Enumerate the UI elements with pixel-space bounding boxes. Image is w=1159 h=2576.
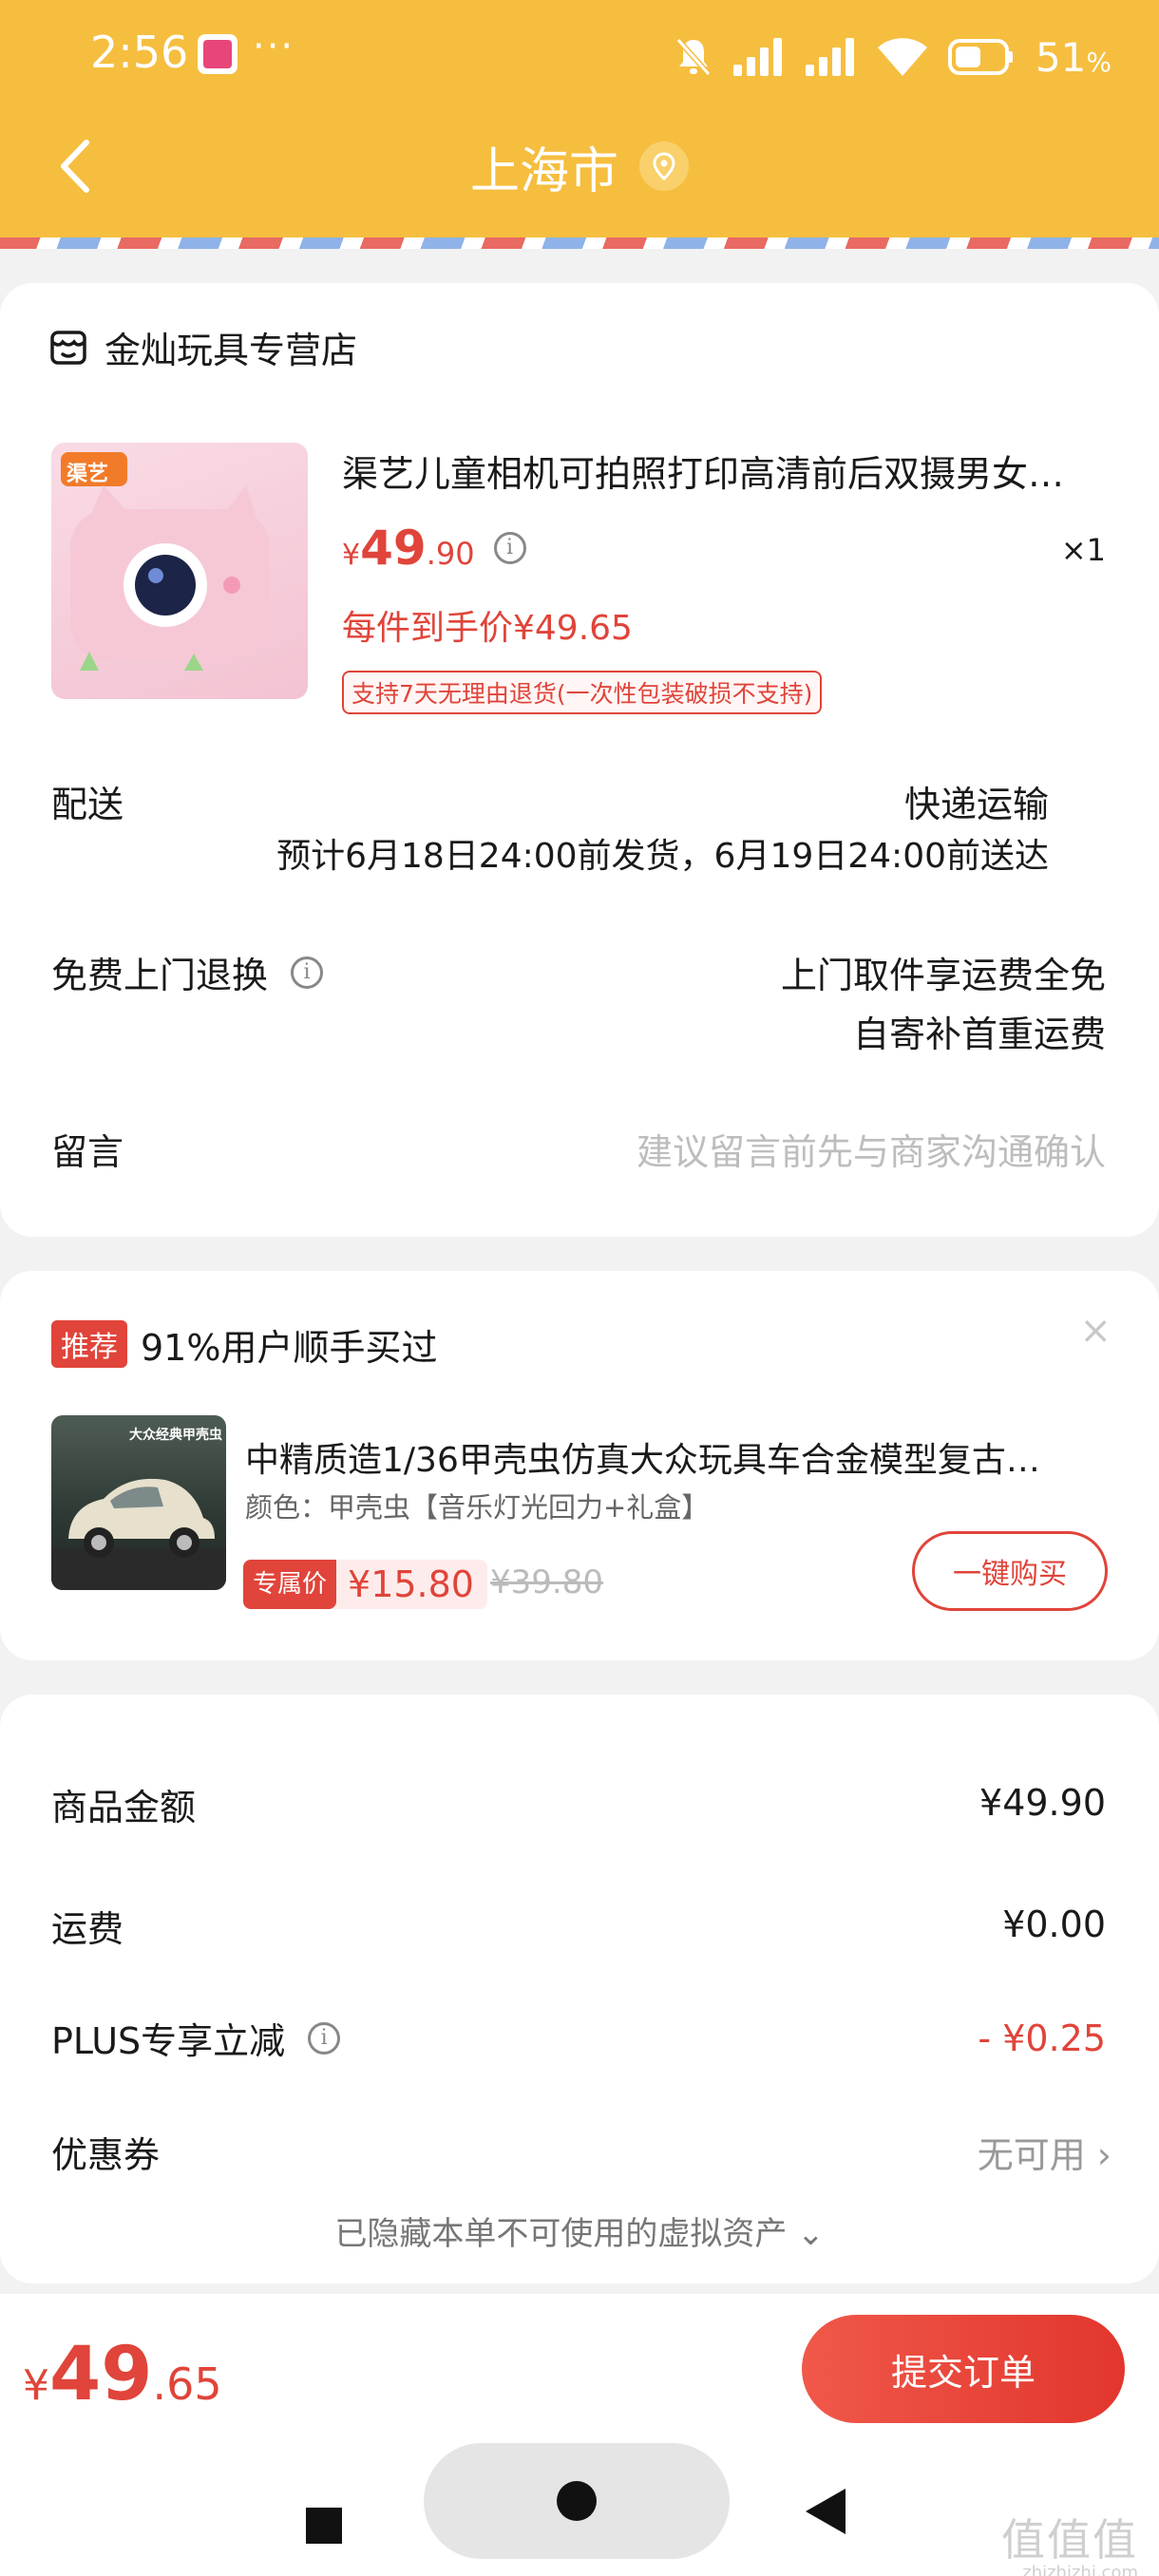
signal-icon-2 (805, 38, 854, 76)
recommend-product-name[interactable]: 中精质造1/36甲壳虫仿真大众玩具车合金模型复古… (245, 1432, 1100, 1482)
battery-level: 51% (1035, 33, 1112, 81)
one-click-buy-button[interactable]: 一键购买 (912, 1531, 1108, 1611)
product-quantity: ×1 (1060, 532, 1106, 568)
message-label: 留言 (51, 1131, 124, 1173)
summary-label-shipping: 运费 (51, 1908, 124, 1950)
plus-info-icon[interactable]: i (308, 2021, 341, 2055)
delivery-label: 配送 (51, 784, 124, 825)
store-icon (50, 330, 86, 365)
recommend-image-caption: 大众经典甲壳虫 (129, 1428, 222, 1443)
product-price: ¥ 49 .90 i (342, 521, 526, 576)
summary-value-goods: ¥49.90 (979, 1782, 1106, 1824)
hidden-assets-toggle[interactable]: 已隐藏本单不可使用的虚拟资产 ⌄ (0, 2207, 1159, 2254)
close-icon[interactable]: × (1079, 1309, 1112, 1353)
mute-icon (675, 38, 712, 76)
free-return-row: 免费上门退换 i (51, 946, 324, 998)
summary-label-plus: PLUS专享立减 (51, 2020, 286, 2062)
summary-label-coupon: 优惠券 (51, 2134, 161, 2176)
return-policy-badge: 支持7天无理由退货(一次性包装破损不支持) (342, 671, 823, 714)
free-return-info-icon[interactable]: i (291, 956, 324, 989)
signal-icon (732, 38, 782, 76)
recommend-card: 推荐 91%用户顺手买过 × 大众经典甲壳虫 中精质造1/36甲壳虫仿真大众玩具… (0, 1271, 1159, 1660)
watermark: 值值值 zhizhizhi.com (1001, 2514, 1138, 2576)
recent-apps-icon[interactable] (306, 2508, 342, 2544)
plus-discount-row: PLUS专享立减 i (51, 2012, 341, 2064)
store-header[interactable]: 金灿玩具专营店 (49, 321, 357, 373)
battery-icon (947, 39, 1013, 75)
recommend-price-box: 专属价 ¥15.80 (243, 1560, 487, 1609)
message-input[interactable]: 建议留言前先与商家沟通确认 (636, 1123, 1106, 1175)
location-pin-icon[interactable] (639, 142, 689, 191)
status-icons: 51% (674, 28, 1112, 85)
summary-value-shipping: ¥0.00 (1002, 1904, 1106, 1945)
recommend-title: 91%用户顺手买过 (141, 1327, 438, 1369)
status-bar: 2:56 ··· 51% (0, 0, 1159, 114)
product-title[interactable]: 渠艺儿童相机可拍照打印高清前后双摄男女… (342, 445, 1092, 497)
more-notifications-icon: ··· (253, 25, 295, 68)
delivery-method[interactable]: 快递运输 (904, 775, 1049, 827)
free-return-line2: 自寄补首重运费 (852, 1013, 1106, 1055)
submit-order-button[interactable]: 提交订单 (802, 2315, 1125, 2423)
product-image[interactable]: 渠艺 (51, 443, 308, 699)
free-return-line1: 上门取件享运费全免 (780, 955, 1106, 996)
system-nav-bar (0, 2432, 1159, 2576)
summary-value-plus: - ¥0.25 (978, 2017, 1106, 2059)
recommend-product-image[interactable]: 大众经典甲壳虫 (51, 1415, 226, 1590)
home-dot-icon (557, 2481, 597, 2521)
page-title[interactable]: 上海市 (470, 131, 618, 202)
header-title-group: 上海市 (0, 131, 1159, 202)
exclusive-price-tag: 专属价 (243, 1560, 337, 1609)
wifi-icon (877, 38, 927, 76)
recommend-product-spec: 颜色：甲壳虫【音乐灯光回力+礼盒】 (245, 1491, 710, 1524)
recommend-original-price: ¥39.80 (490, 1563, 603, 1601)
summary-label-goods: 商品金额 (51, 1787, 197, 1828)
airmail-border (0, 237, 1159, 249)
order-card: 金灿玩具专营店 渠艺 渠艺儿童相机可拍照打印高清前后双摄男女… ¥ 49 .90… (0, 283, 1159, 1237)
order-total: ¥ 49 .65 (23, 2332, 222, 2417)
status-time: 2:56 (90, 27, 189, 78)
final-price: 每件到手价¥49.65 (342, 609, 633, 648)
top-header: 2:56 ··· 51% 上海市 (0, 0, 1159, 237)
price-summary-card: 商品金额 ¥49.90 运费 ¥0.00 PLUS专享立减 i - ¥0.25 … (0, 1695, 1159, 2283)
delivery-estimate: 预计6月18日24:00前发货，6月19日24:00前送达 (276, 837, 1049, 876)
store-name: 金灿玩具专营店 (104, 330, 358, 371)
product-image-badge: 渠艺 (66, 463, 109, 486)
recommend-tag: 推荐 (51, 1320, 127, 1368)
back-triangle-icon[interactable] (806, 2489, 846, 2534)
price-info-icon[interactable]: i (493, 532, 526, 564)
free-return-label: 免费上门退换 (51, 955, 269, 996)
coupon-selector[interactable]: 无可用 › (978, 2126, 1112, 2178)
recommend-price: ¥15.80 (348, 1563, 474, 1605)
app-notification-icon (198, 34, 238, 74)
